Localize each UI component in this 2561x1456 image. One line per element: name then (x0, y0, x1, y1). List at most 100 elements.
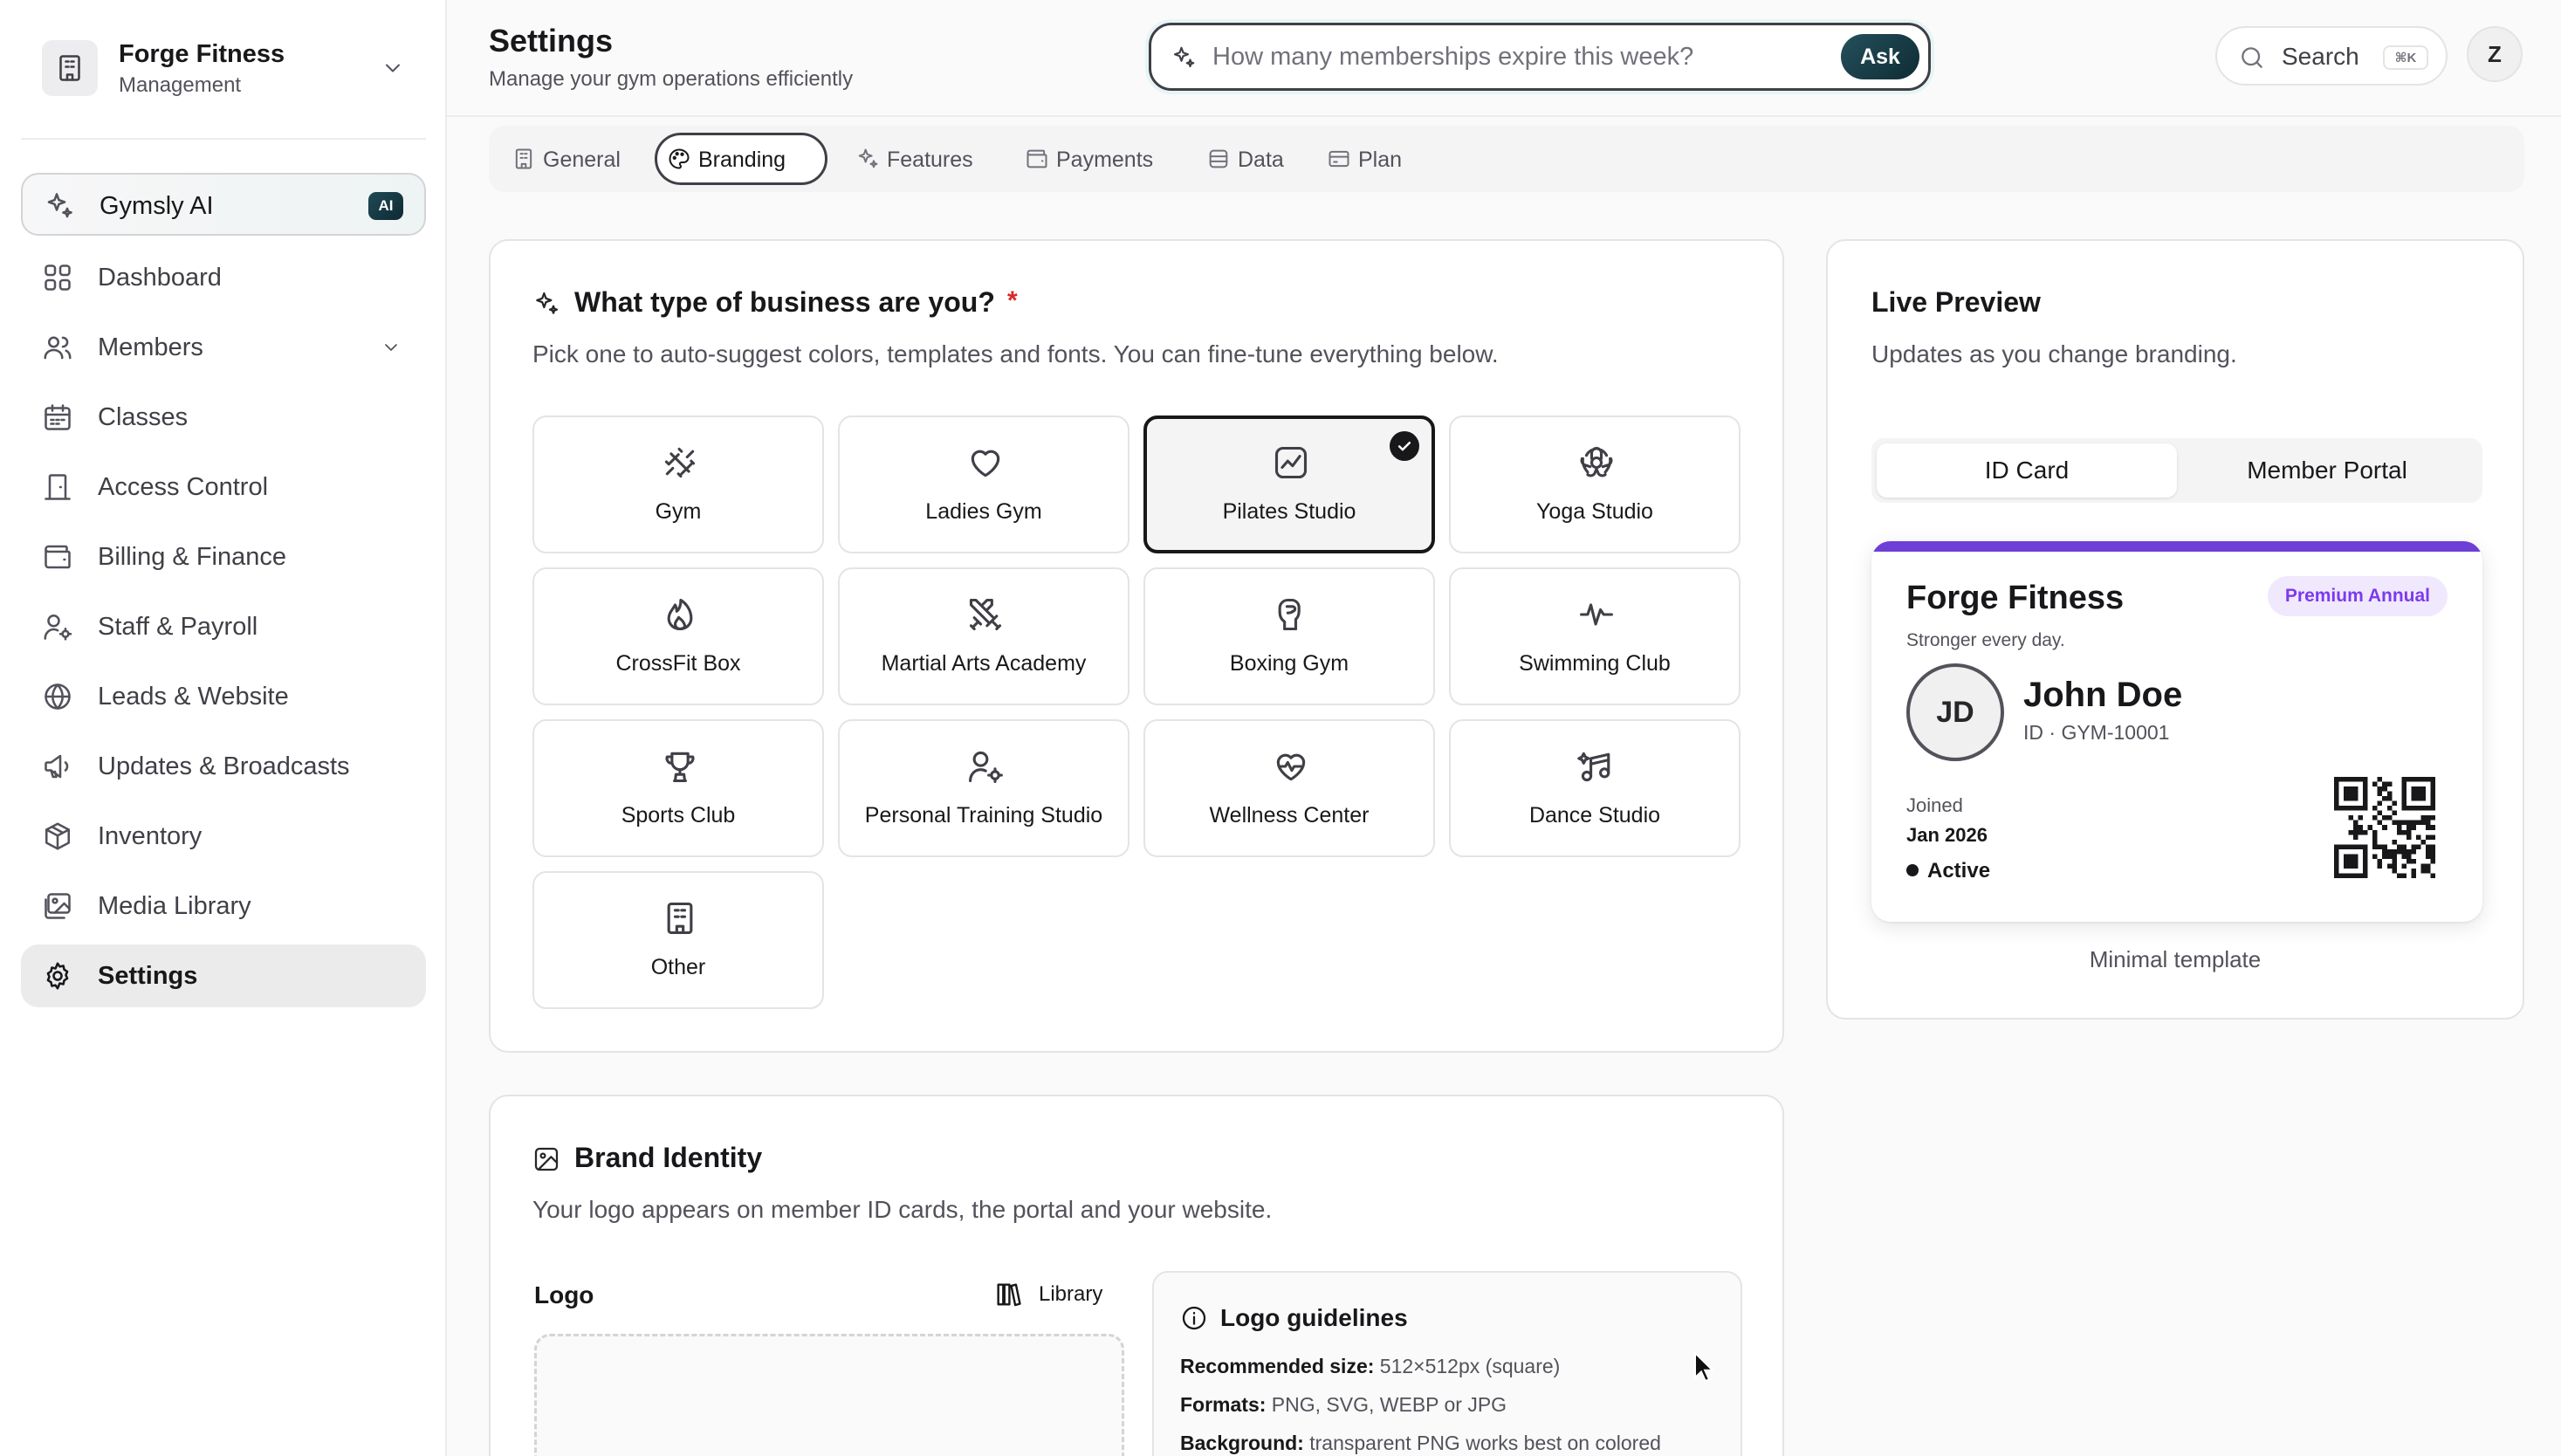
sidebar-item-inventory[interactable]: Inventory (21, 805, 426, 868)
business-option-sports-club[interactable]: Sports Club (532, 719, 824, 857)
business-option-label: CrossFit Box (615, 651, 741, 676)
tab-features[interactable]: Features (843, 133, 997, 185)
guideline-key: Recommended size: (1180, 1355, 1375, 1377)
member-avatar: JD (1906, 663, 2004, 761)
logo-label: Logo (534, 1281, 594, 1308)
image-icon (42, 890, 73, 922)
sidebar-item-label: Dashboard (98, 264, 222, 292)
business-option-pilates-studio[interactable]: Pilates Studio (1143, 416, 1435, 553)
business-option-personal-training[interactable]: Personal Training Studio (838, 719, 1129, 857)
tab-payments[interactable]: Payments (1013, 133, 1178, 185)
sidebar-item-gymsly-ai[interactable]: Gymsly AI AI (21, 173, 426, 236)
user-cog-icon (42, 611, 73, 642)
sidebar-item-classes[interactable]: Classes (21, 386, 426, 449)
sidebar-item-settings[interactable]: Settings (21, 944, 426, 1007)
sidebar-item-media-library[interactable]: Media Library (21, 875, 426, 937)
template-name: Minimal template (2089, 946, 2262, 972)
guideline-key: Formats: (1180, 1393, 1267, 1416)
status-badge: Active (1927, 859, 1991, 883)
page-title: Settings (489, 23, 614, 58)
sidebar: Forge Fitness Management Gymsly AI AI Da… (0, 0, 447, 1456)
tab-plan[interactable]: Plan (1315, 133, 1414, 185)
sidebar-item-label: Billing & Finance (98, 543, 286, 571)
user-avatar[interactable]: Z (2467, 26, 2523, 82)
calendar-icon (42, 402, 73, 433)
business-option-gym[interactable]: Gym (532, 416, 824, 553)
business-option-crossfit-box[interactable]: CrossFit Box (532, 567, 824, 705)
page-subtitle: Manage your gym operations efficiently (489, 67, 854, 91)
member-name: John Doe (2023, 676, 2183, 714)
database-icon (1206, 147, 1231, 171)
tab-label: Payments (1056, 148, 1154, 172)
ai-ask-input[interactable] (1212, 38, 1815, 76)
guideline-value: PNG, SVG, WEBP or JPG (1271, 1393, 1507, 1416)
sidebar-item-dashboard[interactable]: Dashboard (21, 246, 426, 309)
flower-icon (1577, 443, 1616, 482)
business-option-label: Dance Studio (1528, 803, 1661, 828)
search-button[interactable]: Search ⌘K (2215, 26, 2448, 86)
building-icon (661, 899, 699, 937)
business-option-label: Boxing Gym (1229, 651, 1349, 676)
section-title: Brand Identity (574, 1142, 763, 1173)
users-icon (42, 332, 73, 363)
business-option-dance-studio[interactable]: Dance Studio (1449, 719, 1741, 857)
sidebar-item-staff-payroll[interactable]: Staff & Payroll (21, 595, 426, 658)
sidebar-item-billing[interactable]: Billing & Finance (21, 525, 426, 588)
logo-upload-dropzone[interactable] (534, 1334, 1124, 1456)
user-cog-icon (966, 747, 1005, 786)
check-icon (1390, 431, 1419, 461)
sidebar-item-leads-website[interactable]: Leads & Website (21, 665, 426, 728)
sidebar-item-label: Settings (98, 962, 198, 990)
library-icon (993, 1280, 1023, 1309)
info-icon (1180, 1304, 1208, 1332)
tab-member-portal[interactable]: Member Portal (2177, 443, 2477, 498)
tab-general[interactable]: General (499, 133, 637, 185)
megaphone-icon (42, 751, 73, 782)
joined-value: Jan 2026 (1906, 824, 1988, 846)
org-switcher[interactable]: Forge Fitness Management (21, 24, 426, 115)
sidebar-item-access-control[interactable]: Access Control (21, 456, 426, 519)
guideline-value: transparent PNG works best on colored (1309, 1432, 1661, 1454)
sidebar-item-label: Updates & Broadcasts (98, 752, 350, 780)
tab-branding[interactable]: Branding (655, 133, 827, 185)
tab-id-card[interactable]: ID Card (1877, 443, 2177, 498)
palette-icon (667, 147, 691, 171)
business-option-label: Gym (655, 499, 702, 524)
business-option-other[interactable]: Other (532, 871, 824, 1009)
package-icon (42, 821, 73, 852)
door-icon (42, 471, 73, 503)
wallet-icon (1025, 147, 1049, 171)
section-description: Your logo appears on member ID cards, th… (532, 1196, 1273, 1223)
guideline-value: 512×512px (square) (1379, 1355, 1561, 1377)
sidebar-item-label: Members (98, 333, 203, 361)
business-option-label: Ladies Gym (925, 499, 1042, 524)
sidebar-item-label: Gymsly AI (100, 192, 214, 220)
credit-card-icon (1327, 147, 1351, 171)
ask-button[interactable]: Ask (1841, 34, 1919, 79)
heart-icon (966, 443, 1005, 482)
sidebar-item-updates-broadcasts[interactable]: Updates & Broadcasts (21, 735, 426, 798)
business-option-label: Pilates Studio (1222, 499, 1356, 524)
business-option-swimming-club[interactable]: Swimming Club (1449, 567, 1741, 705)
guideline-formats: Formats: PNG, SVG, WEBP or JPG (1180, 1393, 1507, 1417)
sidebar-item-members[interactable]: Members (21, 316, 426, 379)
business-option-wellness-center[interactable]: Wellness Center (1143, 719, 1435, 857)
section-title: What type of business are you? (574, 286, 995, 318)
business-option-martial-arts[interactable]: Martial Arts Academy (838, 567, 1129, 705)
business-option-label: Other (650, 955, 706, 979)
wave-icon (1577, 595, 1616, 634)
business-option-yoga-studio[interactable]: Yoga Studio (1449, 416, 1741, 553)
business-option-boxing-gym[interactable]: Boxing Gym (1143, 567, 1435, 705)
guideline-key: Background: (1180, 1432, 1304, 1454)
business-option-ladies-gym[interactable]: Ladies Gym (838, 416, 1129, 553)
settings-tabs: General Branding Features Payments Data … (489, 126, 2524, 192)
keyboard-shortcut: ⌘K (2383, 45, 2428, 70)
guidelines-title: Logo guidelines (1220, 1304, 1408, 1331)
tab-data[interactable]: Data (1194, 133, 1299, 185)
business-option-label: Martial Arts Academy (881, 651, 1087, 676)
joined-label: Joined (1906, 794, 1963, 816)
preview-description: Updates as you change branding. (1871, 340, 2237, 367)
member-id: ID · GYM-10001 (2023, 721, 2170, 744)
activity-icon (1272, 443, 1310, 482)
business-type-card: What type of business are you? * Pick on… (489, 239, 1784, 1053)
